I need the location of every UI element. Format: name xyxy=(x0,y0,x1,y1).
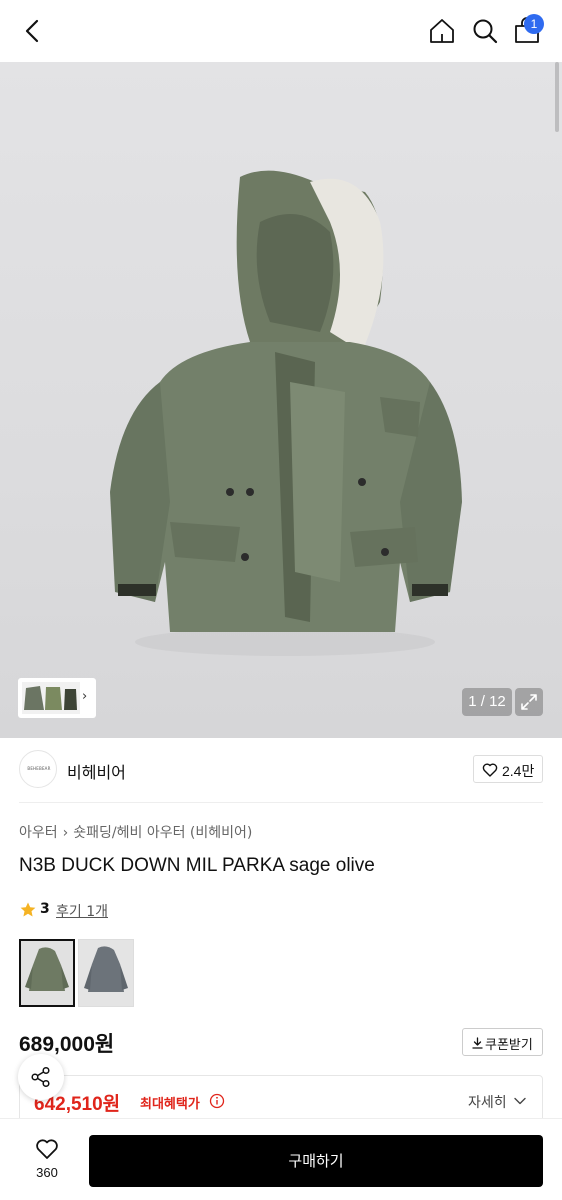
breadcrumb-item-category[interactable]: 숏패딩/헤비 아우터 (비헤비어) xyxy=(73,825,252,841)
brand-like-count: 2.4만 xyxy=(502,763,535,779)
variant-image xyxy=(21,941,73,1005)
breadcrumb: 아우터 › 숏패딩/헤비 아우터 (비헤비어) xyxy=(19,822,252,842)
expand-icon xyxy=(521,694,537,710)
product-image-gallery[interactable]: › 1 / 12 xyxy=(0,62,562,738)
image-thumbnail-strip[interactable]: › xyxy=(18,678,96,718)
expand-button[interactable] xyxy=(515,688,543,716)
divider xyxy=(19,802,543,803)
review-link[interactable]: 후기 1개 xyxy=(56,901,108,921)
home-icon[interactable] xyxy=(428,17,456,45)
wishlist-count: 360 xyxy=(36,1165,58,1180)
share-icon xyxy=(31,1066,50,1088)
info-icon[interactable] xyxy=(209,1093,225,1109)
brand-row: BEHEBEAR 비헤비어 2.4만 xyxy=(0,738,562,802)
coupon-button[interactable]: 쿠폰받기 xyxy=(462,1028,543,1056)
chevron-right-icon: › xyxy=(62,825,69,841)
wishlist-button[interactable]: 360 xyxy=(22,1135,72,1185)
cart-count-badge: 1 xyxy=(524,14,544,34)
parka-product-image xyxy=(110,170,462,656)
download-icon xyxy=(472,1037,483,1049)
thumbnail-images xyxy=(22,682,80,714)
share-button[interactable] xyxy=(18,1054,64,1100)
breadcrumb-item-outer[interactable]: 아우터 xyxy=(19,825,58,841)
chevron-down-icon xyxy=(514,1097,526,1105)
heart-icon xyxy=(482,763,498,777)
benefit-detail-link[interactable]: 자세히 xyxy=(468,1092,507,1112)
bottom-action-bar: 360 구매하기 xyxy=(0,1118,562,1200)
product-price: 689,000원 xyxy=(19,1033,115,1056)
brand-name[interactable]: 비헤비어 xyxy=(67,759,126,783)
image-counter: 1 / 12 xyxy=(462,688,512,716)
color-variant-sage-olive[interactable] xyxy=(19,939,75,1007)
chevron-left-icon[interactable] xyxy=(18,16,48,46)
scroll-indicator xyxy=(555,62,559,132)
brand-like-button[interactable]: 2.4만 xyxy=(473,755,543,783)
coupon-label: 쿠폰받기 xyxy=(485,1038,533,1053)
search-icon[interactable] xyxy=(471,17,499,45)
brand-logo[interactable]: BEHEBEAR xyxy=(19,750,57,788)
heart-icon xyxy=(36,1139,58,1159)
chevron-right-icon: › xyxy=(82,689,88,704)
variant-image xyxy=(79,940,133,1006)
rating-score: 3 xyxy=(40,901,50,917)
max-benefit-label: 최대혜택가 xyxy=(140,1097,200,1112)
top-navigation-bar: 1 xyxy=(0,0,562,62)
color-variant-grey[interactable] xyxy=(78,939,134,1007)
product-title: N3B DUCK DOWN MIL PARKA sage olive xyxy=(19,855,375,876)
buy-button[interactable]: 구매하기 xyxy=(89,1135,543,1187)
star-icon xyxy=(20,902,36,917)
